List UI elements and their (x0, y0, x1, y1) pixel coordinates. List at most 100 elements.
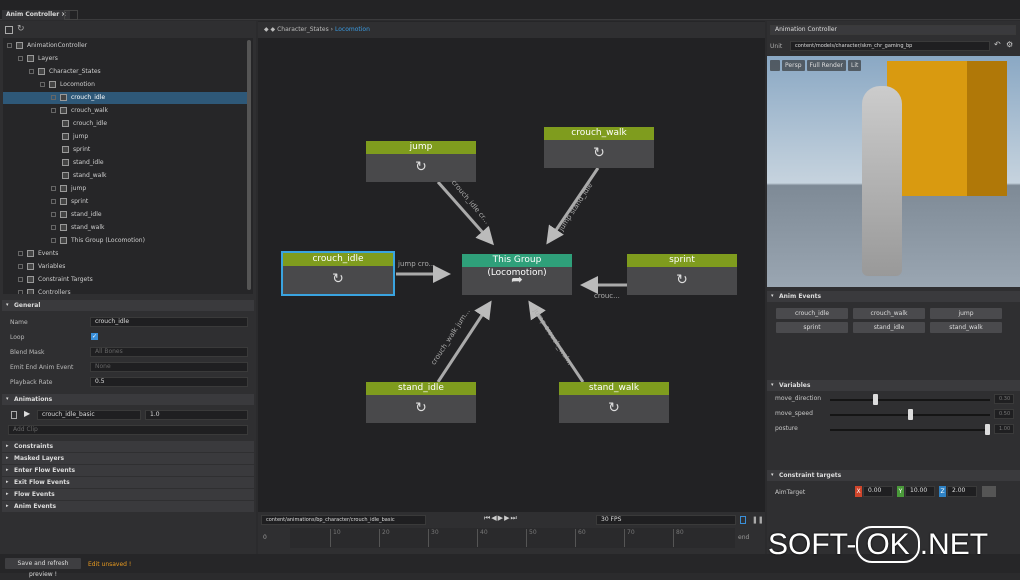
emit-end-event-field[interactable]: None (90, 362, 248, 372)
expand-toggle-icon[interactable] (7, 43, 12, 48)
add-clip-field[interactable]: Add Clip (8, 425, 248, 435)
expand-toggle-icon[interactable] (18, 290, 23, 294)
variable-value[interactable]: 0.50 (994, 409, 1014, 419)
name-field[interactable]: crouch_idle (90, 317, 248, 327)
variable-value[interactable]: 0.30 (994, 394, 1014, 404)
settings-icon[interactable]: ⚙ (1006, 40, 1013, 49)
tree-item[interactable]: jump (3, 183, 247, 195)
state-node-stand-idle[interactable]: stand_idle ↻ (366, 382, 476, 423)
expand-toggle-icon[interactable] (40, 82, 45, 87)
tree-item[interactable]: AnimationController (3, 40, 247, 52)
tree-item[interactable]: sprint (3, 196, 247, 208)
timeline-track[interactable]: 10 20 30 40 50 60 70 80 (290, 528, 735, 548)
viewport-button[interactable]: Lit (848, 60, 862, 71)
breadcrumb-parent[interactable]: Character_States (277, 26, 329, 33)
expand-toggle-icon[interactable] (51, 212, 56, 217)
playback-rate-field[interactable]: 0.5 (90, 377, 248, 387)
variable-slider[interactable] (830, 394, 990, 405)
section-collapsed[interactable]: Anim Events (2, 501, 254, 512)
expand-toggle-icon[interactable] (18, 251, 23, 256)
breadcrumb-current[interactable]: Locomotion (335, 26, 370, 33)
anim-event-button[interactable]: crouch_idle (776, 308, 848, 319)
tree-item[interactable]: Locomotion (3, 79, 247, 91)
expand-toggle-icon[interactable] (51, 186, 56, 191)
state-node-jump[interactable]: jump ↻ (366, 141, 476, 182)
expand-toggle-icon[interactable] (18, 56, 23, 61)
variable-value[interactable]: 1.00 (994, 424, 1014, 434)
section-animations[interactable]: Animations (2, 394, 254, 405)
state-node-stand-walk[interactable]: stand_walk ↻ (559, 382, 669, 423)
section-collapsed[interactable]: Masked Layers (2, 453, 254, 464)
state-graph[interactable]: jump ↻ crouch_walk ↻ crouch_idle ↻ This Gro… (258, 38, 765, 512)
pause-icon[interactable]: ❚❚ (752, 516, 764, 524)
variable-slider[interactable] (830, 409, 990, 420)
viewport-button[interactable]: Persp (782, 60, 805, 71)
tree-item[interactable]: Events (3, 248, 247, 260)
home-icon[interactable]: ◆ (271, 26, 276, 33)
tree-item[interactable]: sprint (3, 144, 247, 156)
tab-anim-controller[interactable]: Anim Controller × (2, 10, 71, 20)
state-node-crouch-idle[interactable]: crouch_idle ↻ (281, 251, 395, 296)
anim-event-button[interactable]: crouch_walk (853, 308, 925, 319)
delete-icon[interactable] (11, 411, 17, 419)
unit-select[interactable]: content/models/character/skm_chr_gaming_… (790, 41, 990, 51)
state-node-crouch-walk[interactable]: crouch_walk ↻ (544, 127, 654, 168)
weight-field[interactable]: 1.0 (145, 410, 248, 420)
slider-thumb[interactable] (985, 424, 990, 435)
expand-toggle-icon[interactable] (51, 108, 56, 113)
fps-select[interactable]: 30 FPS (596, 515, 736, 525)
tree-item[interactable]: jump (3, 131, 247, 143)
tree-item[interactable]: crouch_walk (3, 105, 247, 117)
play-icon[interactable]: ▶ (24, 409, 30, 418)
tree-item[interactable]: stand_idle (3, 209, 247, 221)
back-icon[interactable]: ◆ (264, 26, 269, 33)
section-general[interactable]: General (2, 300, 254, 311)
expand-toggle-icon[interactable] (51, 225, 56, 230)
tree-item[interactable]: This Group (Locomotion) (3, 235, 247, 247)
tree-item[interactable]: stand_walk (3, 222, 247, 234)
anim-event-button[interactable]: stand_walk (930, 322, 1002, 333)
refresh-icon[interactable]: ↻ (17, 24, 25, 34)
section-constraint-targets[interactable]: Constraint targets (767, 470, 1020, 481)
section-collapsed[interactable]: Flow Events (2, 489, 254, 500)
x-field[interactable]: 0.00 (863, 486, 893, 497)
save-refresh-button[interactable]: Save and refresh preview ! (5, 558, 81, 578)
clip-field[interactable]: crouch_idle_basic (37, 410, 141, 420)
expand-toggle-icon[interactable] (51, 199, 56, 204)
viewport-button[interactable]: Full Render (806, 60, 847, 71)
anim-event-button[interactable]: stand_idle (853, 322, 925, 333)
tree-item[interactable]: stand_walk (3, 170, 247, 182)
tree-item[interactable]: Constraint Targets (3, 274, 247, 286)
expand-toggle-icon[interactable] (51, 95, 56, 100)
playback-controls[interactable]: ⏮◀▶▶⏭ (484, 514, 518, 523)
preview-viewport[interactable]: Persp Full Render Lit (767, 56, 1020, 287)
section-collapsed[interactable]: Constraints (2, 441, 254, 452)
section-variables[interactable]: Variables (767, 380, 1020, 391)
new-tab-button[interactable] (64, 10, 78, 20)
undo-icon[interactable]: ↶ (994, 40, 1001, 49)
section-collapsed[interactable]: Enter Flow Events (2, 465, 254, 476)
expand-toggle-icon[interactable] (51, 238, 56, 243)
section-anim-events[interactable]: Anim Events (767, 291, 1020, 302)
expand-toggle-icon[interactable] (18, 277, 23, 282)
tree-item[interactable]: stand_idle (3, 157, 247, 169)
expand-toggle-icon[interactable] (29, 69, 34, 74)
clip-path-select[interactable]: content/animations/bp_character/crouch_i… (261, 515, 426, 525)
z-field[interactable]: 2.00 (947, 486, 977, 497)
save-icon[interactable] (5, 26, 13, 34)
expand-toggle-icon[interactable] (18, 264, 23, 269)
blend-mask-select[interactable]: All Bones (90, 347, 248, 357)
tree-item[interactable]: Character_States (3, 66, 247, 78)
slider-thumb[interactable] (907, 409, 913, 420)
tree-scrollbar[interactable] (247, 40, 251, 290)
section-collapsed[interactable]: Exit Flow Events (2, 477, 254, 488)
lock-icon[interactable] (740, 516, 746, 524)
tree-item[interactable]: Layers (3, 53, 247, 65)
state-node-sprint[interactable]: sprint ↻ (627, 254, 737, 295)
loop-checkbox[interactable]: ✓ (91, 333, 98, 340)
y-field[interactable]: 10.00 (905, 486, 935, 497)
state-node-this-group[interactable]: This Group (Locomotion) ➦ (462, 254, 572, 295)
tree-item[interactable]: crouch_idle (3, 92, 247, 104)
variable-slider[interactable] (830, 424, 990, 435)
anim-event-button[interactable]: sprint (776, 322, 848, 333)
